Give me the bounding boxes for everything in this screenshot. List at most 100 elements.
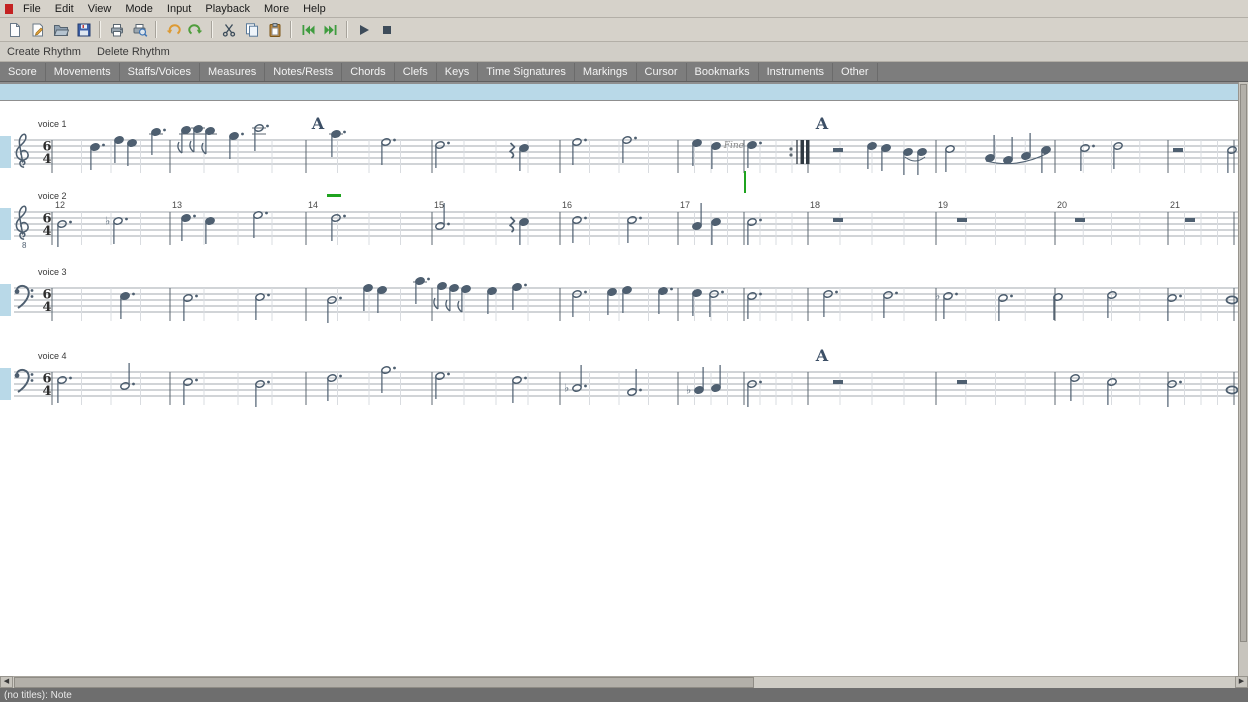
note[interactable] [183, 294, 198, 321]
tab-keys[interactable]: Keys [437, 63, 478, 81]
note[interactable] [692, 203, 702, 230]
note[interactable] [363, 284, 373, 311]
note[interactable] [711, 218, 721, 245]
note[interactable] [120, 292, 135, 319]
note[interactable] [120, 363, 135, 390]
menu-item-view[interactable]: View [81, 1, 119, 17]
tab-clefs[interactable]: Clefs [395, 63, 437, 81]
tab-other[interactable]: Other [833, 63, 878, 81]
note[interactable] [903, 148, 913, 175]
rest[interactable] [1075, 218, 1085, 222]
note[interactable] [1080, 144, 1095, 171]
scroll-left-arrow[interactable]: ◀ [0, 676, 13, 688]
copy-button[interactable] [240, 19, 263, 40]
note[interactable] [435, 372, 450, 399]
tab-bookmarks[interactable]: Bookmarks [687, 63, 759, 81]
note[interactable] [1021, 133, 1031, 160]
staff-margin-marker[interactable] [0, 368, 11, 400]
tab-markings[interactable]: Markings [575, 63, 637, 81]
new-window-button[interactable] [26, 19, 49, 40]
menu-item-playback[interactable]: Playback [198, 1, 257, 17]
horizontal-scrollbar-track[interactable] [13, 676, 1235, 688]
rest[interactable] [510, 143, 515, 158]
open-file-button[interactable] [49, 19, 72, 40]
paste-button[interactable] [263, 19, 286, 40]
new-file-button[interactable] [3, 19, 26, 40]
score-svg[interactable]: voice 164AAFinevoice 2864♭voice 364♭voic… [0, 101, 1238, 676]
rest[interactable] [833, 148, 843, 152]
menu-item-input[interactable]: Input [160, 1, 198, 17]
rest[interactable] [957, 218, 967, 222]
staff-margin-marker[interactable] [0, 136, 11, 168]
rest[interactable] [833, 380, 843, 384]
note[interactable] [381, 138, 396, 165]
cut-button[interactable] [217, 19, 240, 40]
note[interactable] [114, 136, 124, 163]
note[interactable] [917, 148, 927, 175]
tab-chords[interactable]: Chords [342, 63, 394, 81]
horizontal-scrollbar[interactable]: ◀ ▶ [0, 676, 1248, 688]
delete-rhythm-button[interactable]: Delete Rhythm [97, 46, 170, 58]
note[interactable] [998, 294, 1013, 321]
overview-strip[interactable] [0, 84, 1238, 100]
save-file-button[interactable] [72, 19, 95, 40]
scroll-right-arrow[interactable]: ▶ [1235, 676, 1248, 688]
note[interactable] [149, 128, 166, 155]
note[interactable] [572, 216, 587, 243]
note[interactable] [881, 144, 891, 171]
tab-score[interactable]: Score [0, 63, 46, 81]
tab-cursor[interactable]: Cursor [637, 63, 687, 81]
rest[interactable] [957, 380, 967, 384]
staff-margin-marker[interactable] [0, 208, 11, 240]
print-button[interactable] [105, 19, 128, 40]
note[interactable] [883, 291, 898, 318]
tab-time-signatures[interactable]: Time Signatures [478, 63, 575, 81]
note[interactable] [711, 365, 721, 392]
note[interactable] [627, 369, 642, 396]
note[interactable] [229, 132, 244, 159]
note[interactable] [458, 285, 471, 312]
note[interactable] [252, 124, 269, 151]
rest[interactable] [1173, 148, 1183, 152]
note[interactable] [985, 135, 995, 162]
note[interactable] [512, 376, 527, 403]
go-to-end-button[interactable] [319, 19, 342, 40]
note[interactable] [1003, 137, 1013, 164]
menu-item-file[interactable]: File [16, 1, 48, 17]
undo-button[interactable] [161, 19, 184, 40]
play-button[interactable] [352, 19, 375, 40]
vertical-scrollbar[interactable] [1238, 82, 1248, 676]
rest[interactable] [1185, 218, 1195, 222]
note[interactable] [607, 288, 617, 315]
note[interactable]: ♭ [686, 367, 704, 397]
note[interactable] [434, 282, 447, 309]
cursor-caret[interactable] [744, 171, 746, 193]
note[interactable] [711, 142, 721, 169]
vertical-scrollbar-thumb[interactable] [1240, 84, 1247, 642]
tab-movements[interactable]: Movements [46, 63, 120, 81]
note[interactable] [627, 216, 642, 243]
note[interactable] [183, 378, 198, 405]
note[interactable] [1167, 294, 1182, 321]
menu-item-more[interactable]: More [257, 1, 296, 17]
note[interactable] [622, 286, 632, 313]
menu-item-mode[interactable]: Mode [118, 1, 160, 17]
horizontal-scrollbar-thumb[interactable] [14, 677, 754, 688]
tab-measures[interactable]: Measures [200, 63, 265, 81]
note[interactable]: ♭ [105, 215, 128, 245]
menu-item-edit[interactable]: Edit [48, 1, 81, 17]
create-rhythm-button[interactable]: Create Rhythm [7, 46, 81, 58]
tab-notes-rests[interactable]: Notes/Rests [265, 63, 342, 81]
note[interactable] [57, 376, 72, 403]
note[interactable] [572, 138, 587, 165]
note[interactable] [1227, 146, 1237, 173]
cursor-duration-marker[interactable] [327, 194, 341, 197]
tab-instruments[interactable]: Instruments [759, 63, 833, 81]
redo-button[interactable] [184, 19, 207, 40]
note[interactable] [377, 286, 387, 313]
note[interactable] [190, 125, 205, 152]
print-preview-button[interactable] [128, 19, 151, 40]
menu-item-help[interactable]: Help [296, 1, 333, 17]
go-to-start-button[interactable] [296, 19, 319, 40]
note[interactable] [381, 366, 396, 393]
